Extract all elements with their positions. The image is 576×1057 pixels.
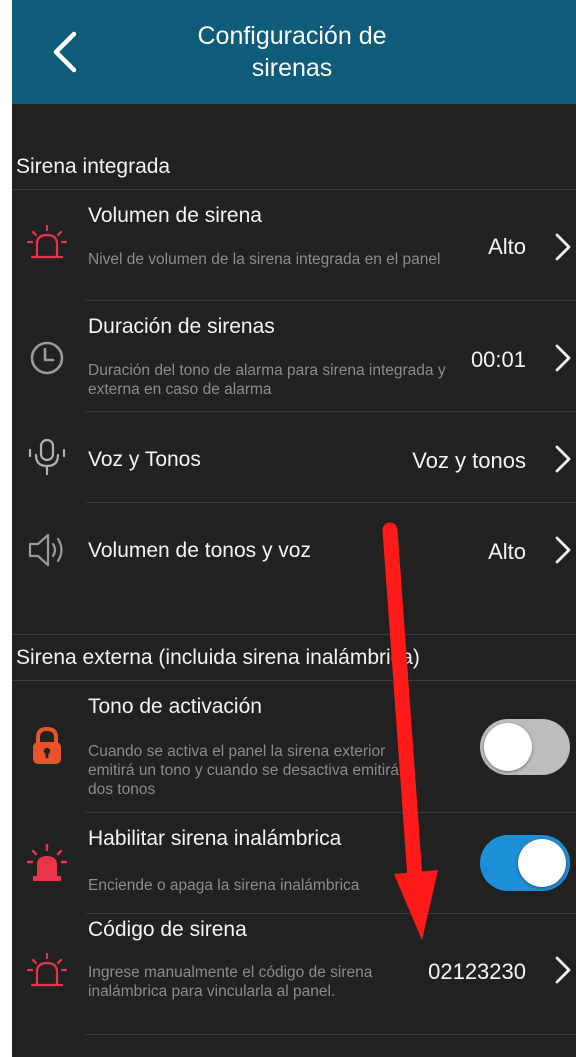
siren-icon <box>26 224 68 259</box>
divider <box>86 1034 576 1035</box>
enable-wireless-siren-row: Habilitar sirena inalámbrica Enciende o … <box>12 813 576 913</box>
activation-tone-title: Tono de activación <box>88 695 262 718</box>
toggle-knob <box>518 839 566 887</box>
chevron-right-icon <box>555 233 571 261</box>
siren-code-title: Código de sirena <box>88 918 247 941</box>
voice-tones-row[interactable]: Voz y Tonos Voz y tonos <box>12 412 576 502</box>
activation-tone-description: Cuando se activa el panel la sirena exte… <box>88 743 400 798</box>
speaker-icon <box>28 533 63 567</box>
tones-voice-volume-title: Volumen de tonos y voz <box>88 539 311 562</box>
screen: Configuración de sirenas Sirena integrad… <box>12 0 576 1057</box>
alarm-light-icon <box>26 843 68 881</box>
back-button[interactable] <box>46 28 86 76</box>
siren-duration-description: Duración del tono de alarma para sirena … <box>88 362 446 398</box>
chevron-right-icon <box>555 344 571 372</box>
siren-icon <box>26 952 68 987</box>
top-app-bar: Configuración de sirenas <box>12 0 576 104</box>
enable-wireless-siren-description: Enciende o apaga la sirena inalámbrica <box>88 877 360 894</box>
enable-wireless-siren-toggle[interactable] <box>480 835 570 891</box>
section-header-integrated: Sirena integrada <box>16 155 171 178</box>
microphone-icon <box>28 438 66 476</box>
siren-duration-row[interactable]: Duración de sirenas Duración del tono de… <box>12 301 576 411</box>
siren-duration-title: Duración de sirenas <box>88 315 275 338</box>
activation-tone-toggle[interactable] <box>480 719 570 775</box>
clock-icon <box>30 341 64 375</box>
chevron-right-icon <box>555 536 571 564</box>
toggle-knob <box>484 723 532 771</box>
siren-code-description: Ingrese manualmente el código de sirena … <box>88 964 373 1000</box>
voice-tones-value: Voz y tonos <box>412 448 526 473</box>
siren-volume-value: Alto <box>488 234 526 259</box>
siren-volume-row[interactable]: Volumen de sirena Nivel de volumen de la… <box>12 190 576 300</box>
siren-volume-title: Volumen de sirena <box>88 204 262 227</box>
page-title: Configuración de sirenas <box>132 20 452 84</box>
tones-voice-volume-row[interactable]: Volumen de tonos y voz Alto <box>12 503 576 598</box>
chevron-left-icon <box>53 31 77 73</box>
voice-tones-title: Voz y Tonos <box>88 448 201 471</box>
siren-duration-value: 00:01 <box>470 347 526 372</box>
siren-volume-description: Nivel de volumen de la sirena integrada … <box>88 251 441 268</box>
activation-tone-row: Tono de activación Cuando se activa el p… <box>12 681 576 811</box>
page-title-line2: sirenas <box>251 54 333 82</box>
tones-voice-volume-value: Alto <box>488 539 526 564</box>
lock-icon <box>33 726 61 764</box>
chevron-right-icon <box>555 445 571 473</box>
siren-code-row[interactable]: Código de sirena Ingrese manualmente el … <box>12 914 576 1034</box>
siren-code-value: 02123230 <box>428 959 526 984</box>
page-title-line1: Configuración de <box>197 22 387 50</box>
enable-wireless-siren-title: Habilitar sirena inalámbrica <box>88 827 342 850</box>
chevron-right-icon <box>555 956 571 984</box>
section-header-external: Sirena externa (incluida sirena inalámbr… <box>16 646 420 669</box>
